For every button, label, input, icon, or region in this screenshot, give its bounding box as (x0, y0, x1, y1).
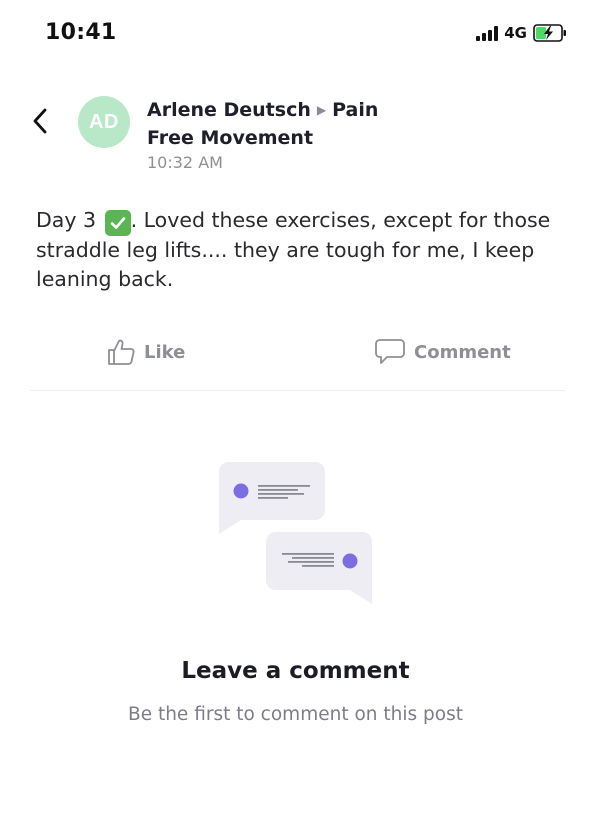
avatar[interactable]: AD (78, 96, 130, 148)
post-body-prefix: Day 3 (36, 208, 97, 232)
play-arrow-icon: ▶ (316, 103, 327, 117)
status-time: 10:41 (45, 20, 117, 45)
like-button[interactable]: Like (106, 337, 185, 367)
comment-label: Comment (414, 341, 511, 363)
post-header: Arlene Deutsch ▶ Pain Free Movement (147, 96, 407, 152)
empty-state-subtitle: Be the first to comment on this post (128, 704, 463, 725)
post-body: Day 3 . Loved these exercises, except fo… (36, 206, 556, 294)
check-mark-emoji-icon (104, 210, 131, 236)
status-bar: 10:41 4G (0, 0, 591, 70)
divider (30, 390, 565, 391)
like-label: Like (144, 341, 186, 363)
post-timestamp: 10:32 AM (147, 153, 223, 172)
empty-state-title: Leave a comment (181, 658, 410, 684)
chat-bubbles-illustration (219, 462, 372, 604)
post-actions: Like Comment (30, 337, 565, 377)
comment-button[interactable]: Comment (374, 337, 511, 367)
chevron-left-icon (33, 108, 47, 134)
thumbs-up-icon (108, 339, 135, 365)
status-indicators: 4G (476, 24, 567, 42)
author-name[interactable]: Arlene Deutsch (147, 99, 311, 121)
battery-charging-icon (533, 24, 566, 42)
speech-bubble-icon (375, 339, 405, 364)
network-type: 4G (504, 24, 527, 42)
signal-strength-icon (476, 25, 499, 41)
back-button[interactable] (26, 106, 54, 136)
